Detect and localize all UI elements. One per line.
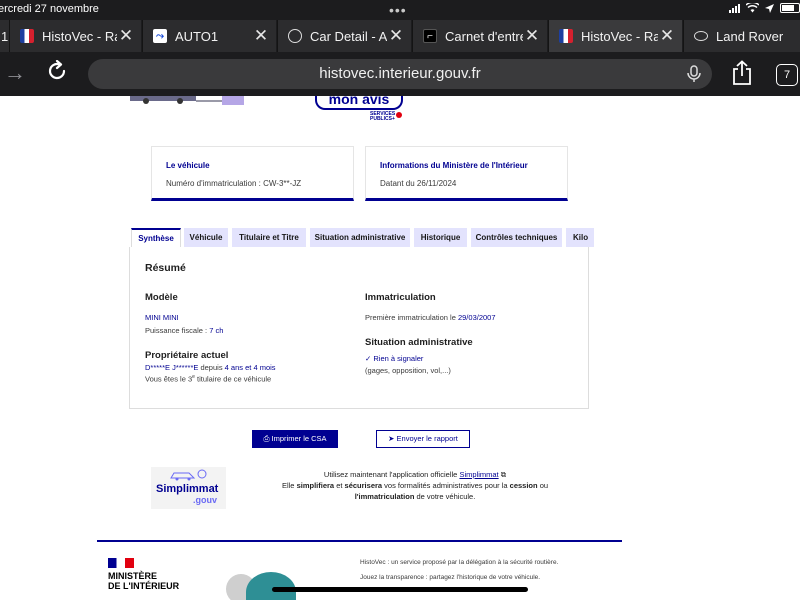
ministere-logo: MINISTÈRE DE L'INTÉRIEUR <box>108 571 180 591</box>
tab-historique[interactable]: Historique <box>414 228 467 247</box>
car-outline-icon <box>170 469 207 481</box>
auto1-icon: ⤳ <box>153 29 167 43</box>
tab-situation[interactable]: Situation administrative <box>310 228 410 247</box>
send-arrow-icon: ➤ <box>388 434 395 443</box>
puissance-line: Puissance fiscale : 7 ch <box>145 326 224 335</box>
close-tab-icon[interactable]: ✕ <box>523 26 541 46</box>
modele-heading: Modèle <box>145 292 178 303</box>
browser-tab-carnet[interactable]: ⌐ Carnet d'entret ✕ <box>412 20 547 52</box>
share-icon[interactable] <box>731 60 753 86</box>
proprietaire-since: 4 ans et 4 mois <box>224 363 276 372</box>
puissance-value: 7 ch <box>209 326 224 335</box>
reload-icon[interactable] <box>46 60 68 82</box>
republique-flag-icon <box>108 558 134 568</box>
web-page: mon avis SERVICES PUBLICS+ Le véhicule N… <box>0 96 800 600</box>
multitask-dots-icon[interactable]: ••• <box>389 2 407 18</box>
close-tab-icon[interactable]: ✕ <box>387 26 405 46</box>
footer-decoration-shape <box>246 572 296 600</box>
vehicle-card: Le véhicule Numéro d'immatriculation : C… <box>151 146 354 201</box>
vehicle-card-text: Numéro d'immatriculation : CW-3**-JZ <box>166 179 302 188</box>
battery-icon <box>780 3 800 13</box>
titulaire-rank-line: Vous êtes le 3e titulaire de ce véhicule <box>145 374 272 384</box>
location-icon <box>765 3 774 13</box>
tab-controles[interactable]: Contrôles techniques <box>471 228 562 247</box>
footer-text-1: HistoVec : un service proposé par la dél… <box>360 559 559 566</box>
close-tab-icon[interactable]: ✕ <box>117 26 135 46</box>
report-tabs: Synthèse Véhicule Titulaire et Titre Sit… <box>131 228 594 247</box>
browser-tab-car-detail[interactable]: Car Detail - Adr ✕ <box>277 20 411 52</box>
tab-synthese[interactable]: Synthèse <box>131 228 181 247</box>
carnet-icon: ⌐ <box>423 29 437 43</box>
immatriculation-heading: Immatriculation <box>365 292 436 303</box>
simplimmat-logo: Simplimmat .gouv <box>151 467 226 509</box>
simplimmat-text: Utilisez maintenant l'application offici… <box>281 470 549 501</box>
simplimmat-link[interactable]: Simplimmat <box>459 470 498 479</box>
signal-icon <box>729 3 740 13</box>
forward-arrow-icon[interactable]: → <box>4 60 26 86</box>
printer-icon: ⎙ <box>263 434 270 443</box>
summary-panel: Résumé Modèle MINI MINI Puissance fiscal… <box>129 247 589 409</box>
tab-count-button[interactable]: 7 <box>776 64 798 86</box>
globe-icon <box>288 29 302 43</box>
proprietaire-name: D*****E J******E <box>145 363 199 372</box>
tab-kilometrage[interactable]: Kilo <box>566 228 594 247</box>
ministry-card-text: Datant du 26/11/2024 <box>380 179 457 188</box>
browser-tab-histovec-active[interactable]: HistoVec - Rapp ✕ <box>548 20 682 52</box>
print-csa-button[interactable]: ⎙ Imprimer le CSA <box>252 430 338 448</box>
url-text: histovec.interieur.gouv.fr <box>319 65 481 82</box>
status-bar: ercredi 27 novembre ••• <box>0 0 800 20</box>
wifi-icon <box>746 3 759 13</box>
histovec-flag-icon <box>559 29 573 43</box>
summary-title: Résumé <box>145 262 186 274</box>
ministry-card: Informations du Ministère de l'Intérieur… <box>365 146 568 201</box>
land-rover-icon <box>694 31 708 41</box>
tab-titulaire[interactable]: Titulaire et Titre <box>232 228 306 247</box>
situation-heading: Situation administrative <box>365 337 473 348</box>
browser-tab-auto1[interactable]: ⤳ AUTO1 ✕ <box>142 20 276 52</box>
services-publics-logo: SERVICES PUBLICS+ <box>370 112 404 122</box>
browser-tab-land-rover[interactable]: Land Rover <box>683 20 800 52</box>
proprietaire-heading: Propriétaire actuel <box>145 350 229 361</box>
browser-tab-0[interactable]: 1 <box>0 20 9 52</box>
home-indicator[interactable] <box>272 587 528 592</box>
mon-avis-button[interactable]: mon avis <box>315 96 403 110</box>
send-report-button[interactable]: ➤ Envoyer le rapport <box>376 430 470 448</box>
situation-status: ✓ Rien à signaler <box>365 354 424 363</box>
situation-detail: (gages, opposition, vol,...) <box>365 366 451 375</box>
immatriculation-date: 29/03/2007 <box>457 313 496 322</box>
status-time: ercredi 27 novembre <box>0 3 99 15</box>
tab-vehicule[interactable]: Véhicule <box>184 228 228 247</box>
modele-name: MINI MINI <box>145 313 179 322</box>
close-tab-icon[interactable]: ✕ <box>658 26 676 46</box>
histovec-flag-icon <box>20 29 34 43</box>
vehicle-card-heading: Le véhicule <box>166 161 210 170</box>
address-toolbar: → histovec.interieur.gouv.fr 7 <box>0 52 800 96</box>
microphone-icon[interactable] <box>684 64 704 84</box>
browser-tab-bar: 1 HistoVec - Rapp ✕ ⤳ AUTO1 ✕ Car Detail… <box>0 20 800 52</box>
car-illustration-icon <box>130 96 244 105</box>
checkmark-icon: ✓ <box>365 354 372 363</box>
ministry-card-heading: Informations du Ministère de l'Intérieur <box>380 161 528 170</box>
status-icons <box>729 3 800 13</box>
external-link-icon: ⧉ <box>500 470 507 479</box>
proprietaire-line: D*****E J******E depuis 4 ans et 4 mois <box>145 363 276 372</box>
footer-text-2: Jouez la transparence : partagez l'histo… <box>360 574 541 581</box>
immatriculation-line: Première immatriculation le 29/03/2007 <box>365 313 496 322</box>
footer-divider <box>97 540 622 542</box>
browser-tab-histovec-1[interactable]: HistoVec - Rapp ✕ <box>9 20 141 52</box>
close-tab-icon[interactable]: ✕ <box>252 26 270 46</box>
url-field[interactable]: histovec.interieur.gouv.fr <box>88 59 712 89</box>
